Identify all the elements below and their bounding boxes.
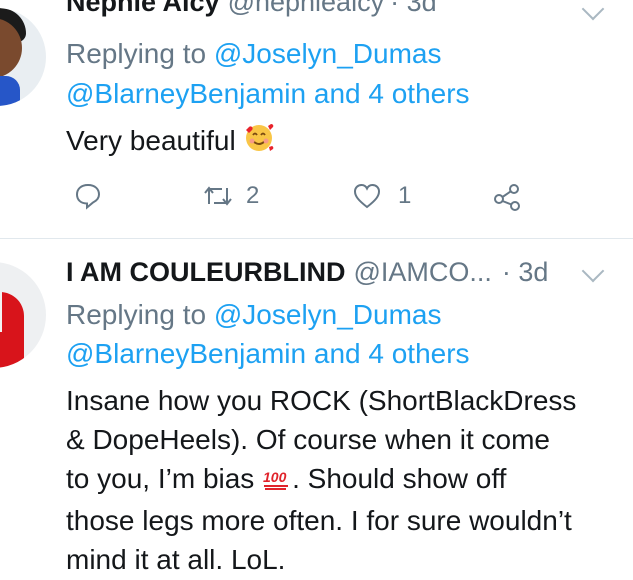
heart-icon — [353, 183, 381, 209]
tweet-text-line: & DopeHeels). Of course when it come — [66, 424, 550, 455]
hundred-points-icon: 100 — [262, 462, 292, 501]
author-name[interactable]: Nephie Aicy — [66, 0, 220, 18]
tweet-time[interactable]: · 3d — [390, 0, 437, 18]
mention-others-link[interactable]: @BlarneyBenjamin and 4 others — [66, 338, 470, 369]
tweet-text-line: mind it at all. LoL. — [66, 544, 286, 575]
replying-to-line: Replying to @Joselyn_Dumas — [66, 38, 442, 70]
share-icon — [494, 184, 520, 211]
tweet-text-fragment: to you, I’m bias — [66, 463, 255, 494]
tweet-text-line: Insane how you ROCK (ShortBlackDress — [66, 385, 577, 416]
author-row: I AM COULEURBLIND @IAMCO... · 3d — [66, 257, 548, 293]
reply-button[interactable] — [74, 182, 102, 210]
retweet-icon — [204, 186, 232, 206]
tweet-text-content: Very beautiful — [66, 125, 236, 156]
like-button[interactable]: 1 — [352, 182, 411, 210]
tweet-text: Very beautiful — [66, 121, 275, 163]
chevron-down-icon[interactable] — [581, 259, 605, 283]
avatar-jacket — [0, 292, 24, 368]
tweet-text-line: those legs more often. I for sure wouldn… — [66, 505, 572, 536]
replying-to-line: Replying to @Joselyn_Dumas — [66, 299, 442, 331]
replying-others-line: @BlarneyBenjamin and 4 others — [66, 78, 470, 110]
replying-label: Replying to — [66, 299, 207, 330]
replying-label: Replying to — [66, 38, 207, 69]
tweet-actions: 2 1 — [0, 178, 633, 218]
mention-link[interactable]: @Joselyn_Dumas — [214, 38, 442, 69]
tweet-text-line-with-emoji: to you, I’m bias 100 . Should show off — [66, 459, 626, 501]
svg-text:100: 100 — [263, 469, 287, 485]
tweet-text: Insane how you ROCK (ShortBlackDress & D… — [66, 381, 626, 579]
tweet-2[interactable]: I AM COULEURBLIND @IAMCO... · 3d Replyin… — [0, 239, 633, 580]
avatar-shirt — [0, 76, 20, 106]
tweet-time[interactable]: · 3d — [502, 257, 549, 288]
avatar[interactable] — [0, 8, 46, 106]
author-handle[interactable]: @nephieaicy — [228, 0, 385, 18]
reply-icon — [75, 183, 101, 210]
author-handle[interactable]: @IAMCO... — [353, 257, 491, 288]
replying-others-line: @BlarneyBenjamin and 4 others — [66, 338, 470, 370]
avatar[interactable] — [0, 262, 46, 368]
retweet-button[interactable]: 2 — [202, 182, 259, 210]
chevron-down-icon[interactable] — [581, 0, 605, 21]
mention-others-link[interactable]: @BlarneyBenjamin and 4 others — [66, 78, 470, 109]
tweet-text-fragment: . Should show off — [292, 463, 507, 494]
author-name[interactable]: I AM COULEURBLIND — [66, 257, 345, 288]
like-count: 1 — [398, 182, 412, 209]
author-row: Nephie Aicy @nephieaicy · 3d — [66, 0, 437, 23]
smiling-face-with-hearts-icon — [243, 121, 275, 163]
mention-link[interactable]: @Joselyn_Dumas — [214, 299, 442, 330]
share-button[interactable] — [492, 182, 522, 212]
avatar-collar — [0, 292, 2, 332]
retweet-count: 2 — [246, 182, 260, 209]
tweet-1[interactable]: Nephie Aicy @nephieaicy · 3d Replying to… — [0, 0, 633, 238]
